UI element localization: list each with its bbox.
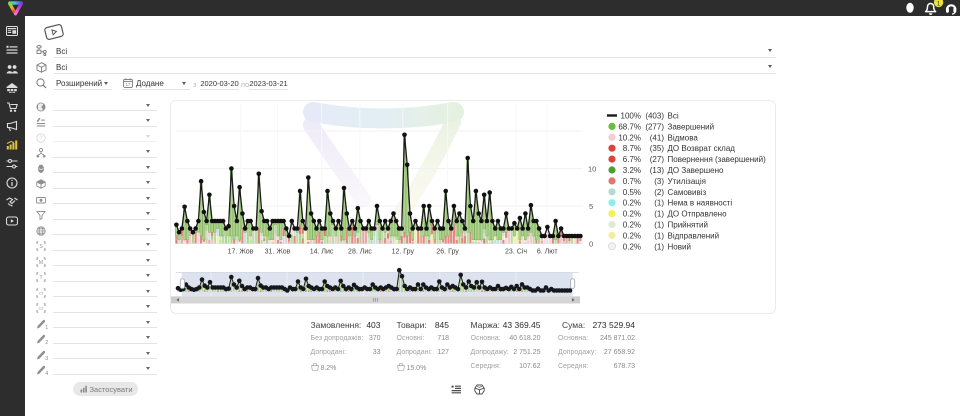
svg-text:(2): (2) — [654, 188, 664, 197]
svg-text:8.7%: 8.7% — [623, 144, 641, 153]
svg-text:(27): (27) — [650, 155, 665, 164]
svg-text:(1): (1) — [654, 231, 664, 240]
svg-text:23. Січ: 23. Січ — [505, 248, 527, 256]
svg-text:Прийнятий: Прийнятий — [668, 221, 709, 230]
svg-text:Відправлений: Відправлений — [668, 231, 720, 240]
svg-text:6.7%: 6.7% — [623, 155, 641, 164]
svg-text:10.2%: 10.2% — [618, 133, 641, 142]
svg-text:Всі: Всі — [668, 112, 679, 121]
svg-text:(41): (41) — [650, 133, 665, 142]
svg-text:(13): (13) — [650, 166, 665, 175]
svg-text:0.5%: 0.5% — [623, 188, 641, 197]
svg-text:Утилізація: Утилізація — [668, 177, 706, 186]
svg-text:0.2%: 0.2% — [623, 242, 641, 251]
svg-text:10: 10 — [588, 165, 596, 174]
svg-text:(1): (1) — [654, 210, 664, 219]
svg-text:(35): (35) — [650, 144, 665, 153]
svg-text:(1): (1) — [654, 242, 664, 251]
svg-text:(3): (3) — [654, 177, 664, 186]
svg-text:Завершений: Завершений — [668, 122, 715, 131]
svg-text:6. Лют: 6. Лют — [537, 249, 558, 256]
svg-text:Нема в наявності: Нема в наявності — [668, 199, 733, 208]
svg-text:(403): (403) — [645, 112, 664, 121]
svg-text:Повернення (завершений): Повернення (завершений) — [668, 155, 767, 164]
svg-text:ДО Возврат склад: ДО Возврат склад — [668, 144, 736, 153]
svg-text:0.2%: 0.2% — [623, 210, 641, 219]
svg-text:0: 0 — [589, 240, 593, 249]
svg-text:(277): (277) — [645, 122, 664, 131]
svg-text:17. Жов: 17. Жов — [228, 249, 254, 256]
svg-text:100%: 100% — [621, 112, 641, 121]
svg-text:3.2%: 3.2% — [623, 166, 641, 175]
svg-text:Відмова: Відмова — [668, 133, 699, 142]
svg-text:14. Лис: 14. Лис — [310, 249, 334, 256]
svg-text:Самовивіз: Самовивіз — [668, 188, 707, 197]
svg-text:ДО Отправлено: ДО Отправлено — [668, 210, 728, 219]
svg-text:26. Гру: 26. Гру — [436, 249, 459, 256]
svg-text:(1): (1) — [654, 199, 664, 208]
svg-text:(1): (1) — [654, 221, 664, 230]
svg-text:12. Гру: 12. Гру — [392, 249, 415, 256]
svg-text:5: 5 — [589, 202, 593, 211]
svg-text:0.2%: 0.2% — [623, 221, 641, 230]
svg-text:0.2%: 0.2% — [623, 231, 641, 240]
svg-text:ДО Завершено: ДО Завершено — [668, 166, 724, 175]
svg-text:68.7%: 68.7% — [618, 122, 641, 131]
svg-text:31. Жов: 31. Жов — [265, 249, 291, 256]
svg-text:28. Лис: 28. Лис — [348, 249, 372, 256]
svg-text:0.2%: 0.2% — [623, 199, 641, 208]
svg-text:0.7%: 0.7% — [623, 177, 641, 186]
svg-text:Новий: Новий — [668, 242, 691, 251]
